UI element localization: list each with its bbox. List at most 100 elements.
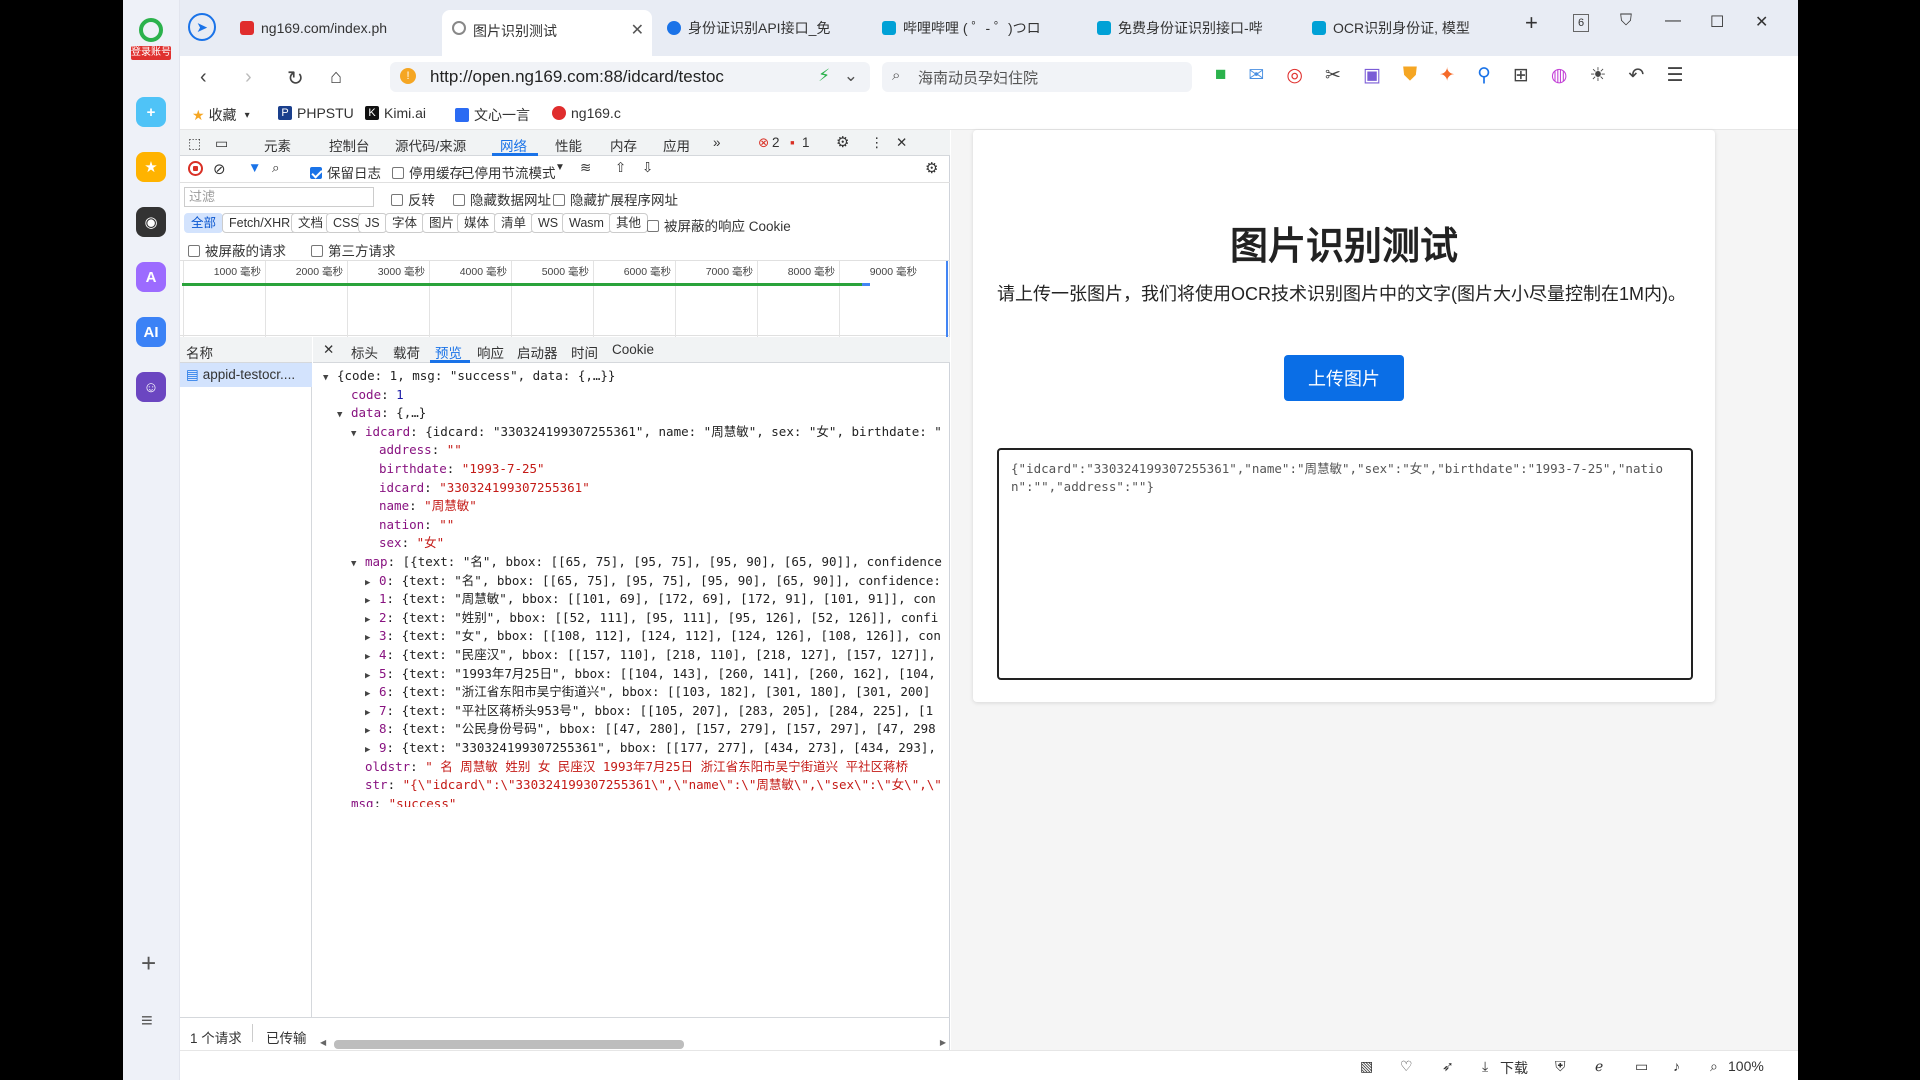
ocr-result-box[interactable]: {"idcard":"330324199307255361","name":"周… [997,448,1693,680]
screenshot-icon[interactable]: ▧ [1360,1058,1373,1075]
type-manifest[interactable]: 清单 [494,213,534,233]
blocked-requests-checkbox[interactable]: 被屏蔽的请求 [188,240,286,260]
map-item[interactable]: ▶ 1: {text: "周慧敏", bbox: [[101, 69], [172… [365,590,936,608]
brightness-icon[interactable]: ☀ [1590,64,1607,87]
error-count[interactable]: 2 [772,135,780,150]
checkbox[interactable] [553,194,565,206]
filter-icon[interactable]: ▼ [248,160,261,175]
tab-initiator[interactable]: 启动器 [517,342,558,362]
url-bar[interactable]: ! http://open.ng169.com:88/idcard/testoc… [390,62,870,92]
ie-mode-icon[interactable]: ℯ [1595,1058,1603,1075]
forward-icon[interactable]: › [245,66,252,89]
type-js[interactable]: JS [358,213,387,233]
checkbox[interactable] [453,194,465,206]
search-box[interactable]: ⌕ 海南动员孕妇住院 [882,62,1192,92]
download-label[interactable]: 下载 [1500,1058,1528,1078]
ai-writer-icon[interactable]: A [136,262,166,292]
map-item[interactable]: ▶ 6: {text: "浙江省东阳市吴宁街道兴", bbox: [[103, 1… [365,683,930,701]
tab-response[interactable]: 响应 [477,342,504,362]
tab-2[interactable]: 身份证识别API接口_免 [657,10,867,46]
expanded-arrow-icon[interactable]: ▼ [351,555,365,574]
type-doc[interactable]: 文档 [291,213,331,233]
warning-flag-icon[interactable]: ▪ [790,135,795,150]
browser-logo[interactable]: 登录账号 [131,18,171,66]
minimize-icon[interactable]: — [1665,12,1681,30]
tshirt-skin-icon[interactable]: ⛉ [1620,12,1632,30]
expanded-arrow-icon[interactable]: ▼ [323,369,337,388]
type-media[interactable]: 媒体 [457,213,497,233]
chevron-down-icon[interactable]: ⌄ [844,66,858,86]
map-item[interactable]: ▶ 7: {text: "平社区蒋桥头953号", bbox: [[105, 20… [365,702,933,720]
preserve-log-checkbox[interactable]: 保留日志 [310,162,381,182]
ai-assistant-icon[interactable]: AI [136,317,166,347]
tab-payload[interactable]: 载荷 [393,342,420,362]
type-all[interactable]: 全部 [184,213,224,233]
add-app-icon[interactable]: + [136,97,166,127]
checkbox[interactable] [311,245,323,257]
import-har-icon[interactable]: ⇧ [615,160,626,176]
hide-data-urls-checkbox[interactable]: 隐藏数据网址 [453,189,551,209]
map-item[interactable]: ▶ 9: {text: "330324199307255361", bbox: [… [365,739,936,757]
invert-checkbox[interactable]: 反转 [391,189,435,209]
close-window-icon[interactable]: ✕ [1755,12,1768,32]
lightning-icon[interactable]: ⚡ [818,66,830,86]
checkbox[interactable] [188,245,200,257]
third-party-checkbox[interactable]: 第三方请求 [311,240,396,260]
clear-icon[interactable]: ⊘ [213,160,226,178]
scroll-left-icon[interactable]: ◀ [320,1038,326,1047]
shield-icon[interactable]: ⛊ [1403,64,1417,87]
wifi-conditions-icon[interactable]: ≋ [580,160,591,176]
tab-5[interactable]: OCR识别身份证, 模型 [1302,10,1512,46]
blocked-cookies-checkbox[interactable]: 被屏蔽的响应 Cookie [647,215,791,235]
upload-image-button[interactable]: 上传图片 [1284,355,1404,401]
apps-grid-icon[interactable]: ⊞ [1513,64,1529,87]
record-icon[interactable] [188,161,203,176]
warning-count[interactable]: 1 [802,135,810,150]
tab-cookies[interactable]: Cookie [612,342,654,357]
tab-network[interactable]: 网络 [500,135,527,155]
scroll-right-icon[interactable]: ▶ [940,1038,946,1047]
tree-row-map[interactable]: ▼ map: [{text: "名", bbox: [[65, 75], [95,… [351,553,942,571]
add-icon[interactable]: + [141,948,156,979]
expanded-arrow-icon[interactable]: ▼ [337,406,351,425]
map-item[interactable]: ▶ 0: {text: "名", bbox: [[65, 75], [95, 75… [365,572,941,590]
tab-console[interactable]: 控制台 [329,135,370,155]
type-ws[interactable]: WS [531,213,566,233]
checkbox[interactable] [647,220,659,232]
bookmark-kimi[interactable]: K Kimi.ai [365,105,426,121]
checkbox[interactable] [391,194,403,206]
tab-1-active[interactable]: 图片识别测试 ✕ [442,10,652,56]
navigate-icon[interactable]: ➤ [188,13,216,41]
zoom-level[interactable]: 100% [1728,1058,1764,1074]
more-tabs-icon[interactable]: » [713,135,721,150]
window-icon[interactable]: ▭ [1635,1058,1648,1075]
hide-ext-urls-checkbox[interactable]: 隐藏扩展程序网址 [553,189,678,209]
health-icon[interactable]: ♡ [1400,1058,1413,1075]
type-other[interactable]: 其他 [609,213,649,233]
type-img[interactable]: 图片 [422,213,462,233]
menu-icon[interactable]: ☰ [1666,64,1683,87]
map-item[interactable]: ▶ 3: {text: "女", bbox: [[108, 112], [124,… [365,627,941,645]
bookmark-phpstu[interactable]: P PHPSTU [278,105,354,121]
tab-performance[interactable]: 性能 [555,135,582,155]
tab-sources[interactable]: 源代码/来源 [395,135,466,155]
login-badge[interactable]: 登录账号 [131,46,171,60]
network-settings-icon[interactable]: ⚙ [925,159,938,177]
close-detail-icon[interactable]: ✕ [323,342,334,358]
url-text[interactable]: http://open.ng169.com:88/idcard/testoc [430,67,724,87]
download-icon[interactable]: ⤓ [1482,1058,1488,1075]
checkbox[interactable] [392,167,404,179]
map-item[interactable]: ▶ 2: {text: "姓别", bbox: [[52, 111], [95, … [365,609,938,627]
search-text[interactable]: 海南动员孕妇住院 [918,67,1038,88]
map-item[interactable]: ▶ 4: {text: "民座汉", bbox: [[157, 110], [21… [365,646,936,664]
scissors-icon[interactable]: ✂ [1325,64,1341,87]
network-timeline[interactable]: 1000 毫秒 2000 毫秒 3000 毫秒 4000 毫秒 5000 毫秒 … [180,260,950,337]
mail-icon[interactable]: ✉ [1248,64,1264,87]
filter-input[interactable]: 过滤 [184,187,374,207]
tab-3[interactable]: 哔哩哔哩 ( ゜- ゜)つロ [872,10,1082,46]
type-wasm[interactable]: Wasm [562,213,611,233]
tab-0[interactable]: ng169.com/index.ph [230,10,440,46]
name-header[interactable]: 名称 [180,337,312,363]
game-app-icon[interactable]: ◉ [136,207,166,237]
tab-application[interactable]: 应用 [663,135,690,155]
